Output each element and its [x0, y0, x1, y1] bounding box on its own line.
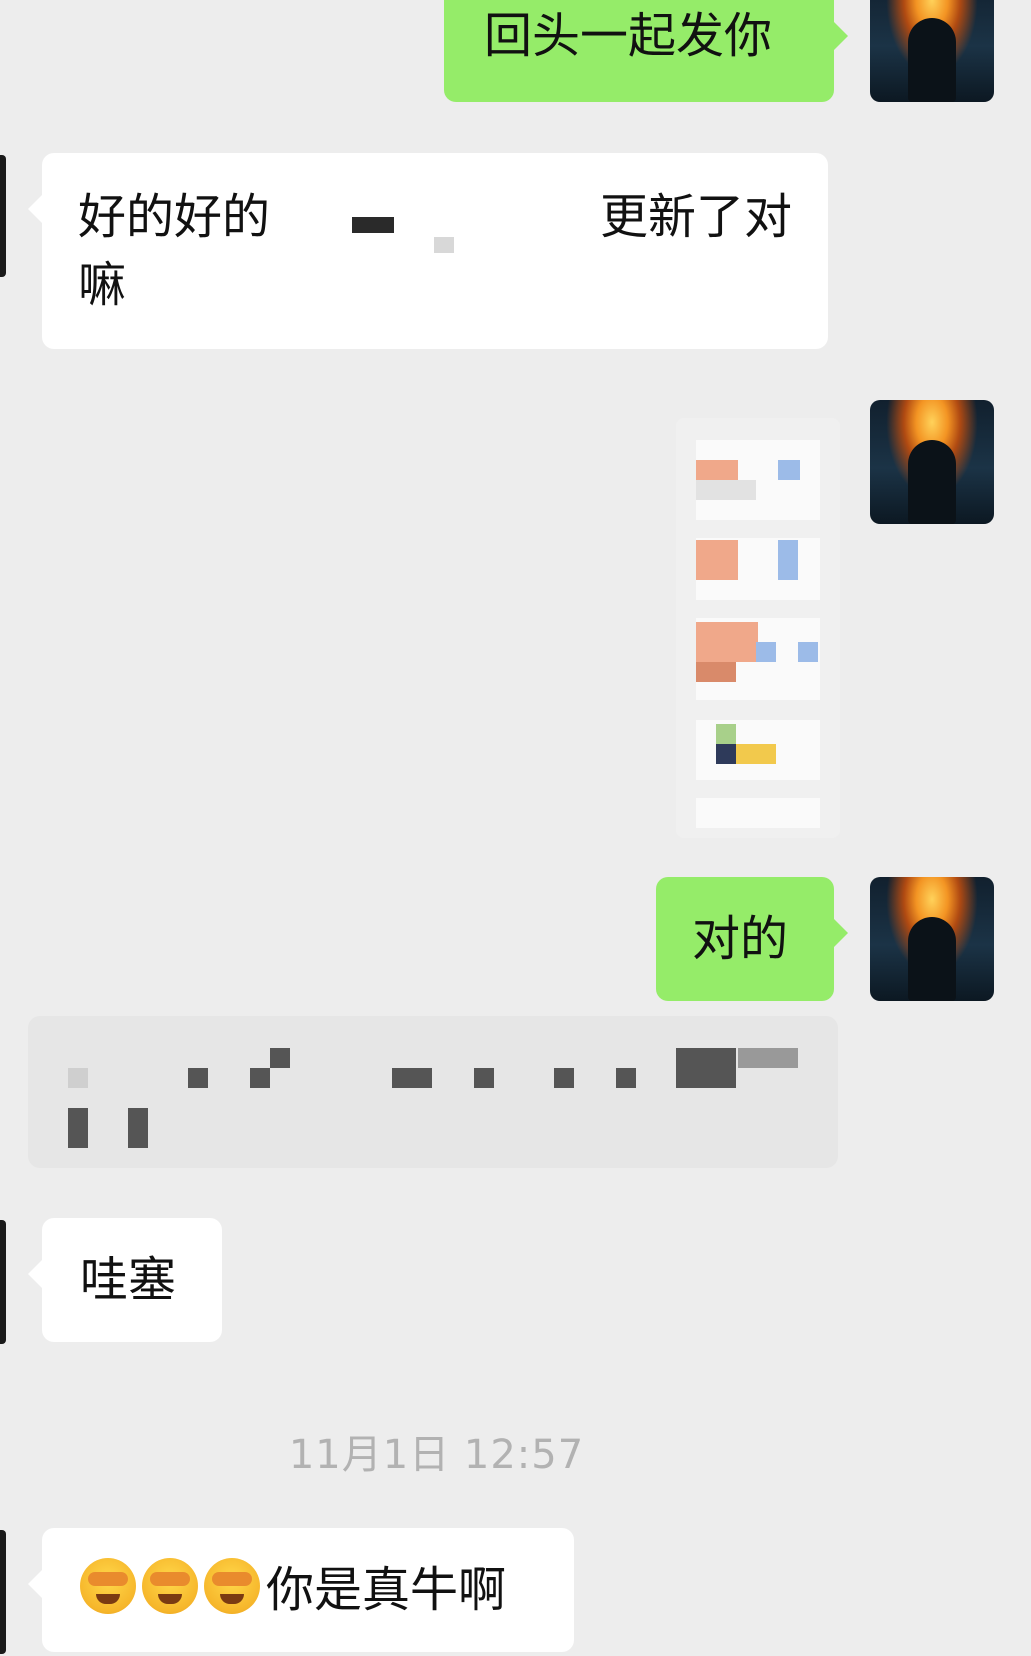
blurred-message[interactable]	[28, 1016, 838, 1168]
image-tile	[716, 744, 736, 764]
redaction-block	[434, 237, 454, 253]
image-tile	[696, 480, 756, 500]
redaction-pixel	[738, 1048, 798, 1068]
image-tile	[756, 642, 776, 662]
crying-laughing-emoji-icon	[142, 1558, 198, 1614]
peer-avatar-edge[interactable]	[0, 1220, 6, 1344]
message-text-mid: 更新了对	[599, 189, 792, 245]
image-tile	[696, 798, 820, 828]
redaction-pixel	[392, 1068, 432, 1088]
peer-avatar-edge[interactable]	[0, 155, 6, 277]
redaction-pixel	[554, 1068, 574, 1088]
message-text-start: 好的好的	[78, 189, 271, 245]
self-avatar[interactable]	[870, 877, 994, 1001]
crying-laughing-emoji-icon	[80, 1558, 136, 1614]
redaction-pixel	[188, 1068, 208, 1088]
redaction-pixel	[250, 1068, 270, 1088]
message-bubble-self[interactable]: 回头一起发你	[444, 0, 848, 102]
message-text: 回头一起发你	[484, 8, 773, 64]
image-tile	[778, 540, 798, 580]
image-tile	[696, 662, 736, 682]
image-message[interactable]	[676, 418, 840, 838]
image-tile	[798, 642, 818, 662]
redaction-pixel	[128, 1108, 148, 1148]
message-bubble-peer[interactable]: 你是真牛啊	[28, 1528, 574, 1652]
message-bubble-peer[interactable]: 哇塞	[28, 1218, 222, 1342]
image-tile	[778, 460, 800, 480]
image-tile	[716, 724, 736, 744]
redaction-pixel	[68, 1068, 88, 1088]
image-tile	[696, 622, 758, 662]
image-tile	[696, 460, 738, 480]
message-text: 哇塞	[80, 1252, 177, 1308]
peer-avatar-edge[interactable]	[0, 1530, 6, 1654]
message-text: 对的	[692, 911, 789, 967]
redaction-pixel	[270, 1048, 290, 1068]
redaction-block	[548, 209, 560, 231]
message-text-end: 嘛	[78, 257, 127, 313]
redaction-pixel	[474, 1068, 494, 1088]
redaction-pixel	[676, 1048, 736, 1088]
message-bubble-self[interactable]: 对的	[656, 877, 848, 1001]
message-bubble-peer[interactable]: 好的好的 更新了对 嘛	[28, 153, 828, 349]
chat-timestamp: 11月1日 12:57	[288, 1432, 585, 1478]
redaction-pixel	[68, 1108, 88, 1148]
redaction-pixel	[616, 1068, 636, 1088]
image-tile	[736, 744, 776, 764]
self-avatar[interactable]	[870, 0, 994, 102]
image-tile	[696, 540, 738, 580]
message-text: 你是真牛啊	[266, 1562, 507, 1618]
redaction-block	[352, 217, 394, 233]
self-avatar[interactable]	[870, 400, 994, 524]
crying-laughing-emoji-icon	[204, 1558, 260, 1614]
